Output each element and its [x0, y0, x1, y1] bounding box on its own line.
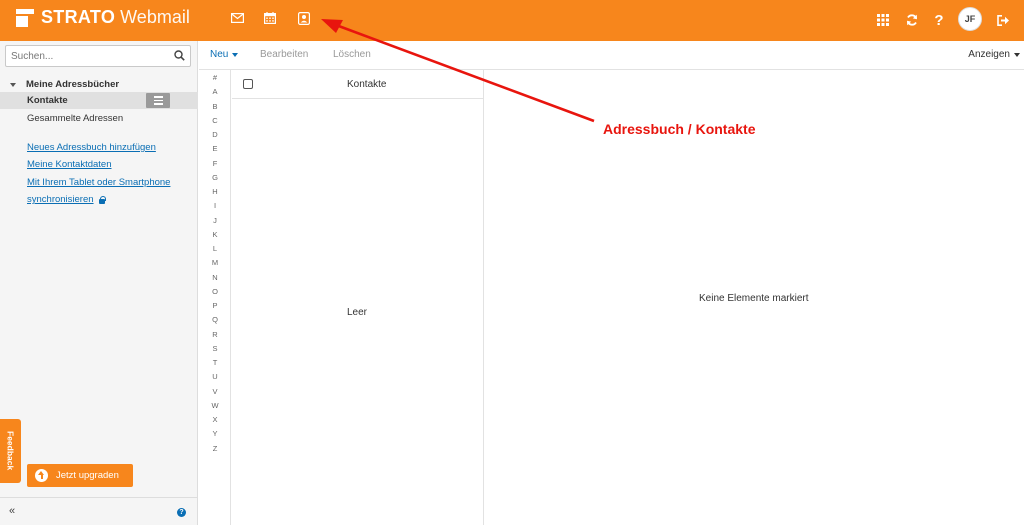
toolbar: Neu Bearbeiten Löschen Anzeigen — [199, 41, 1024, 70]
contacts-icon[interactable] — [296, 10, 312, 26]
logout-icon[interactable] — [994, 9, 1012, 31]
alphabet-letter[interactable]: T — [199, 358, 231, 367]
caret-down-icon — [1014, 52, 1020, 57]
calendar-icon[interactable] — [262, 10, 278, 26]
contact-list: Kontakte Leer — [232, 70, 484, 525]
help-circle-icon[interactable]: ? — [177, 508, 186, 517]
sync-link-line2[interactable]: synchronisieren — [27, 194, 94, 205]
upgrade-arrow-icon — [35, 469, 48, 482]
add-address-book-link[interactable]: Neues Adressbuch hinzufügen — [27, 142, 156, 153]
edit-button[interactable]: Bearbeiten — [260, 49, 308, 60]
alphabet-letter[interactable]: H — [199, 187, 231, 196]
alphabet-letter[interactable]: R — [199, 330, 231, 339]
my-contact-data-link[interactable]: Meine Kontaktdaten — [27, 159, 112, 170]
search-input[interactable]: Suchen... — [5, 45, 191, 67]
hamburger-menu-icon[interactable] — [146, 93, 170, 108]
view-dropdown-label: Anzeigen — [968, 49, 1010, 60]
alphabet-index: # A B C D E F G H I J K L M N O P Q R S T U V W X Y Z — [199, 70, 231, 525]
sidebar-footer: « ? — [0, 497, 198, 525]
alphabet-letter[interactable]: Z — [199, 444, 231, 453]
sync-link-line2-wrap[interactable]: synchronisieren — [27, 194, 106, 205]
alphabet-letter[interactable]: Q — [199, 315, 231, 324]
select-all-checkbox[interactable] — [243, 79, 253, 89]
alphabet-letter[interactable]: D — [199, 130, 231, 139]
list-empty-text: Leer — [347, 307, 368, 318]
delete-button[interactable]: Löschen — [333, 49, 371, 60]
sidebar: Suchen... Meine Adressbücher Kontakte Ge… — [0, 41, 198, 525]
address-books-section[interactable]: Meine Adressbücher — [10, 79, 119, 90]
alphabet-letter[interactable]: P — [199, 301, 231, 310]
alphabet-letter[interactable]: I — [199, 201, 231, 210]
upgrade-label: Jetzt upgraden — [56, 470, 119, 481]
alphabet-letter[interactable]: S — [199, 344, 231, 353]
list-header: Kontakte — [232, 70, 483, 99]
alphabet-letter[interactable]: F — [199, 159, 231, 168]
sidebar-item-kontakte[interactable]: Kontakte — [0, 92, 198, 109]
alphabet-letter[interactable]: O — [199, 287, 231, 296]
new-button-label: Neu — [210, 49, 229, 60]
strato-logo-icon — [16, 8, 34, 27]
alphabet-letter[interactable]: V — [199, 387, 231, 396]
product-name: Webmail — [120, 7, 190, 27]
alphabet-letter[interactable]: N — [199, 273, 231, 282]
sidebar-item-gesammelte-adressen[interactable]: Gesammelte Adressen — [27, 113, 123, 124]
detail-empty-text: Keine Elemente markiert — [699, 293, 809, 304]
alphabet-letter[interactable]: M — [199, 258, 231, 267]
alphabet-letter[interactable]: X — [199, 415, 231, 424]
view-dropdown[interactable]: Anzeigen — [968, 49, 1020, 60]
caret-down-icon[interactable] — [10, 82, 16, 87]
refresh-icon[interactable] — [903, 9, 921, 31]
collapse-sidebar-icon[interactable]: « — [9, 505, 15, 517]
help-icon[interactable]: ? — [930, 9, 948, 31]
alphabet-letter[interactable]: C — [199, 116, 231, 125]
new-button[interactable]: Neu — [210, 49, 239, 60]
upgrade-button[interactable]: Jetzt upgraden — [27, 464, 133, 487]
brand-name: STRATO — [41, 7, 116, 27]
alphabet-letter[interactable]: U — [199, 372, 231, 381]
alphabet-letter[interactable]: E — [199, 144, 231, 153]
strato-logo[interactable]: STRATO Webmail — [16, 7, 190, 28]
alphabet-letter[interactable]: K — [199, 230, 231, 239]
alphabet-letter[interactable]: J — [199, 216, 231, 225]
lock-icon — [98, 196, 106, 204]
caret-down-icon — [232, 52, 239, 57]
alphabet-letter[interactable]: # — [199, 73, 231, 82]
list-column-title: Kontakte — [347, 79, 387, 90]
search-placeholder: Suchen... — [11, 51, 54, 62]
search-icon[interactable] — [174, 50, 185, 64]
sidebar-item-label: Kontakte — [27, 95, 68, 106]
mail-icon[interactable] — [229, 10, 245, 26]
apps-grid-icon[interactable] — [874, 9, 892, 31]
annotation-label: Adressbuch / Kontakte — [603, 121, 756, 137]
section-title: Meine Adressbücher — [26, 79, 120, 90]
avatar[interactable]: JF — [958, 7, 982, 31]
top-bar: STRATO Webmail ? JF — [0, 0, 1024, 41]
feedback-tab[interactable]: Feedback — [0, 419, 21, 483]
alphabet-letter[interactable]: W — [199, 401, 231, 410]
alphabet-letter[interactable]: L — [199, 244, 231, 253]
alphabet-letter[interactable]: A — [199, 87, 231, 96]
sync-link-line1[interactable]: Mit Ihrem Tablet oder Smartphone — [27, 177, 170, 188]
alphabet-letter[interactable]: B — [199, 102, 231, 111]
alphabet-letter[interactable]: Y — [199, 429, 231, 438]
alphabet-letter[interactable]: G — [199, 173, 231, 182]
